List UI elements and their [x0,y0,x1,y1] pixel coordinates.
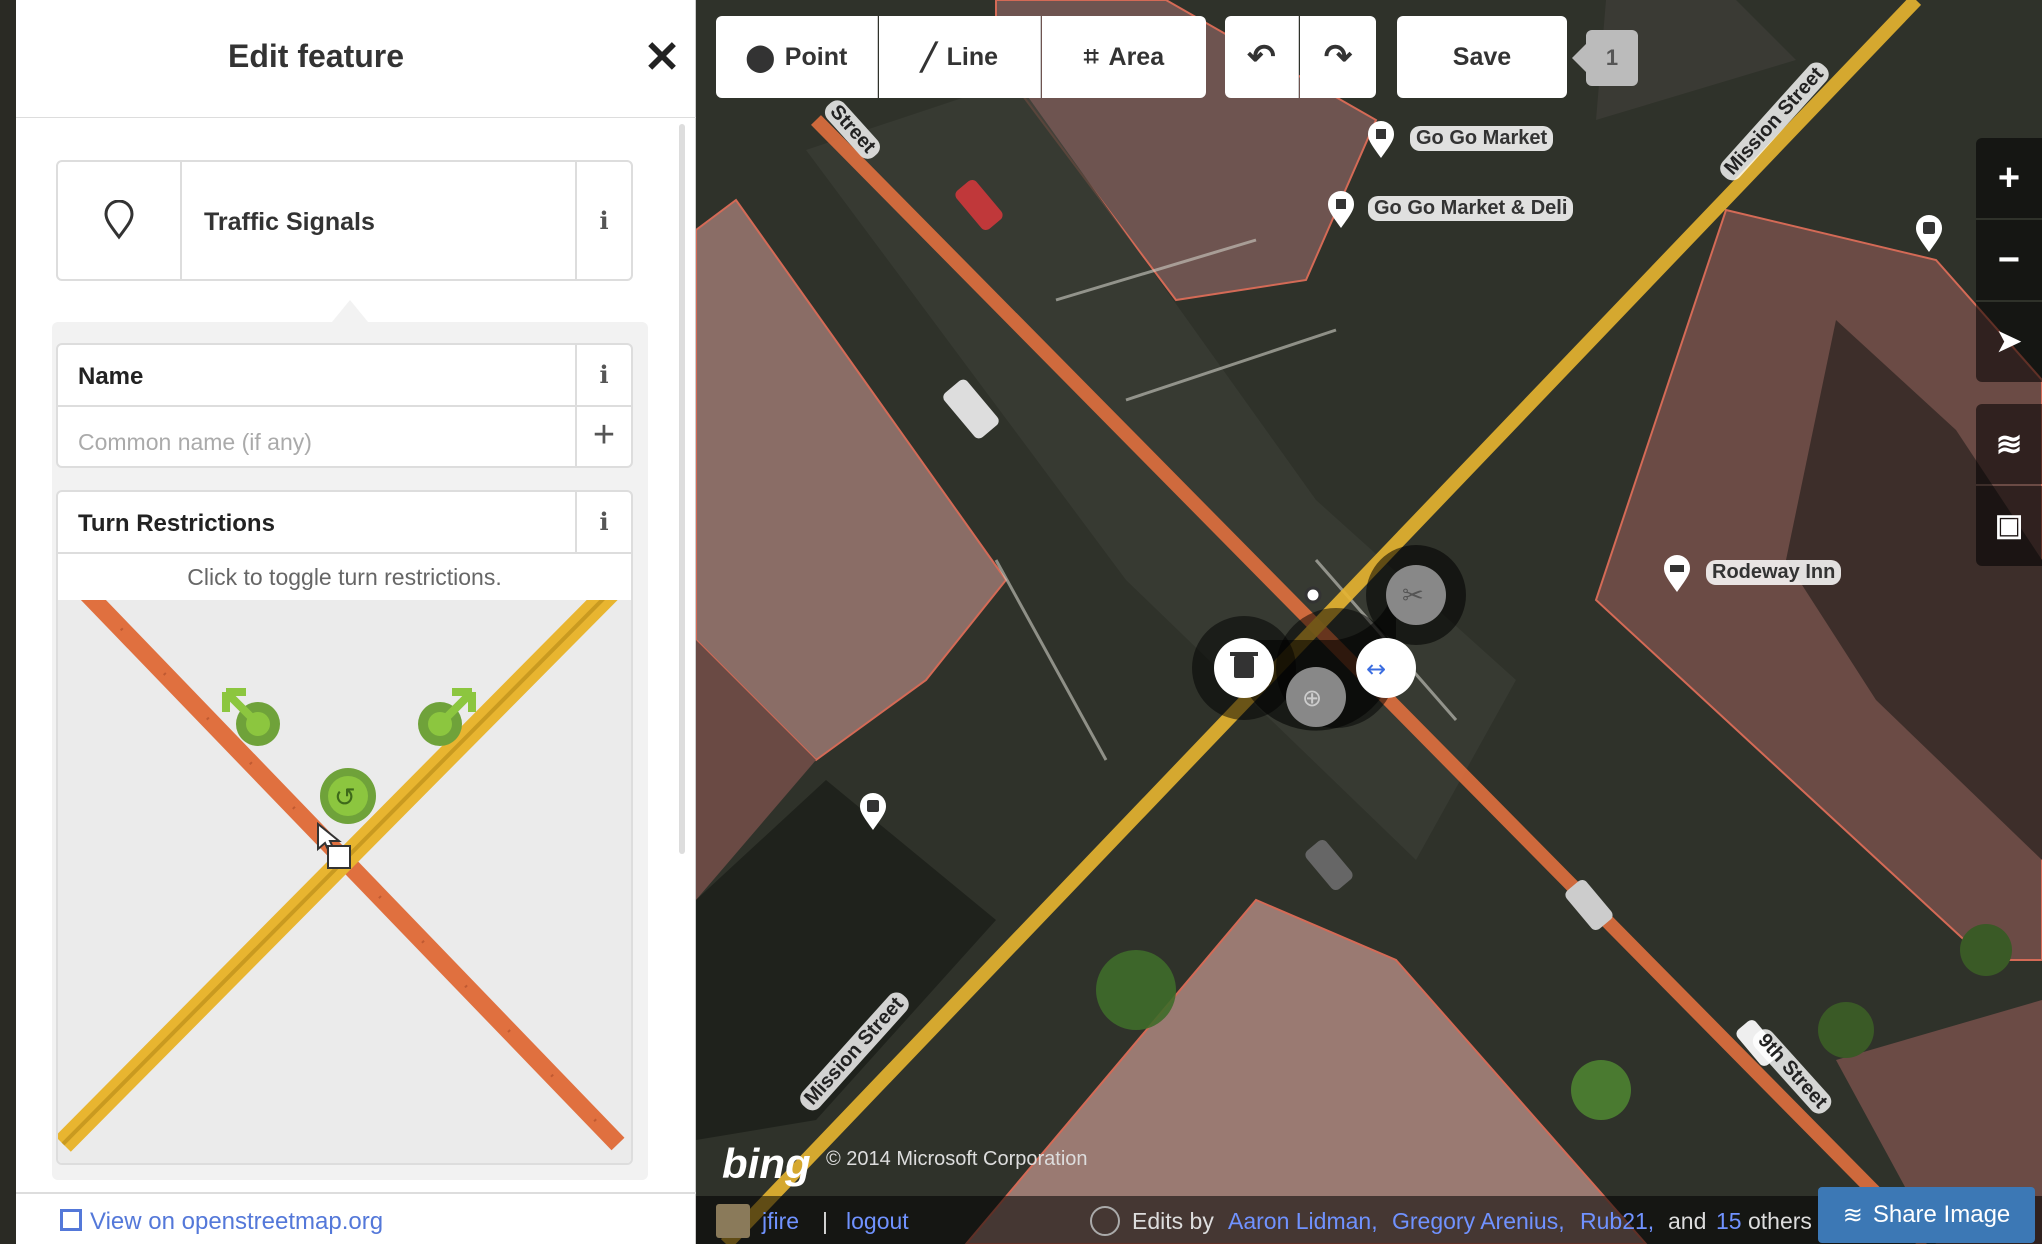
external-link-icon [60,1209,82,1231]
close-icon[interactable]: ✕ [632,28,692,88]
shop-pin-icon[interactable] [1326,190,1356,230]
field-label: Name [78,363,144,390]
inspector-title: Edit feature [227,38,405,74]
u-turn-icon[interactable]: ↺ [320,768,376,824]
selected-vertex[interactable] [1304,586,1322,604]
save-button[interactable]: Save [1397,16,1567,98]
plus-icon: + [1997,157,2021,199]
imagery-copyright: © 2014 Microsoft Corporation [826,1148,1088,1170]
user-link[interactable]: jfire [762,1208,799,1235]
contributor-link[interactable]: Aaron Lidman, [1228,1208,1378,1235]
edit-count-badge: 1 [1572,30,1638,86]
inspector-sidebar: Edit feature ✕ Traffic Signals i Name i … [16,0,696,1244]
poi-label[interactable]: Go Go Market [1410,126,1554,151]
map-canvas[interactable]: ✂ ⊕ ↔ [696,0,2042,1244]
contributor-link[interactable]: Rub21, [1580,1208,1654,1235]
background-layers-button[interactable]: ≋ [1976,404,2042,484]
svg-text:↔: ↔ [1366,655,1386,683]
info-icon[interactable]: i [575,162,631,279]
point-label: Point [784,42,848,71]
preset-selector[interactable]: Traffic Signals i [56,160,633,281]
bing-logo: bing [722,1140,811,1187]
poi-label[interactable]: Go Go Market & Deli [1368,196,1574,221]
field-label: Turn Restrictions [78,510,275,537]
aerial-imagery: ✂ ⊕ ↔ [696,0,2042,1244]
line-icon: ╱ [920,41,937,72]
inspector-header: Edit feature ✕ [16,0,696,118]
redo-button[interactable]: ↷ [1300,16,1376,98]
field-header: Name i [58,345,631,407]
area-label: Area [1108,42,1165,71]
osm-link-label: View on openstreetmap.org [90,1208,384,1235]
cursor-icon [317,821,351,869]
add-area-button[interactable]: ⌗ Area [1042,16,1206,98]
footer-separator: | [822,1208,828,1234]
undo-icon: ↶ [1247,38,1276,76]
divider [16,1192,696,1194]
share-image-button[interactable]: ≋ Share Image [1818,1187,2035,1243]
add-localized-name-button[interactable]: + [575,407,631,466]
contributor-link[interactable]: Gregory Arenius, [1392,1208,1565,1235]
app-root: ✂ ⊕ ↔ Go Go Market Go Go Market & Deli R… [0,0,2042,1244]
locate-arrow-icon: ➤ [1996,325,2022,358]
field-header: Turn Restrictions i [58,492,631,554]
point-icon: ⬤ [745,41,775,72]
others-label: others [1748,1208,1812,1234]
preset-icon-box [58,162,182,279]
window-edge [0,0,16,1244]
save-label: Save [1452,42,1512,71]
info-icon[interactable]: i [575,345,631,405]
panel-caret [332,300,368,322]
map-data-button[interactable]: ▣ [1976,486,2042,566]
name-input[interactable]: Common name (if any) [78,429,312,456]
shop-pin-icon[interactable] [1366,120,1396,160]
hotel-pin-icon[interactable] [1662,554,1692,594]
others-count-link[interactable]: 15 [1716,1208,1742,1235]
preset-name: Traffic Signals [204,208,375,236]
share-label: Share Image [1872,1201,2011,1228]
edits-by-label: Edits by [1132,1208,1214,1234]
redo-icon: ↷ [1323,38,1353,76]
turn-restriction-diagram[interactable]: ↺ [58,554,631,1163]
poi-label[interactable]: Rodeway Inn [1706,560,1842,585]
geolocate-button[interactable]: ➤ [1976,302,2042,382]
add-point-button[interactable]: ⬤ Point [716,16,878,98]
user-avatar[interactable] [716,1204,750,1238]
turn-restrictions-field: Turn Restrictions i ↺ Click to toggle tu… [56,490,633,1165]
and-label: and [1668,1208,1707,1234]
undo-button[interactable]: ↶ [1225,16,1299,98]
layers-icon: ≋ [1842,1201,1863,1229]
add-line-button[interactable]: ╱ Line [879,16,1041,98]
area-icon: ⌗ [1083,41,1099,71]
svg-text:✂: ✂ [1402,581,1424,611]
pin-icon [104,200,134,240]
svg-text:⊕: ⊕ [1302,684,1322,712]
map-data-icon: ▣ [1994,509,2024,542]
line-label: Line [946,42,999,71]
name-field: Name i Common name (if any) + [56,343,633,468]
scrollbar[interactable] [679,124,685,854]
zoom-out-button[interactable]: − [1976,220,2042,300]
view-on-osm-link[interactable]: View on openstreetmap.org [60,1208,383,1236]
minus-icon: − [1997,239,2021,281]
bus-stop-pin-icon[interactable] [1914,214,1944,254]
svg-text:↺: ↺ [334,783,356,813]
history-clock-icon [1090,1206,1120,1236]
zoom-in-button[interactable]: + [1976,138,2042,218]
turn-restrictions-hint: Click to toggle turn restrictions. [58,554,631,600]
logout-link[interactable]: logout [846,1208,909,1235]
info-icon[interactable]: i [575,492,631,552]
bus-stop-pin-icon[interactable] [858,792,888,832]
layers-icon: ≋ [1995,426,2023,462]
